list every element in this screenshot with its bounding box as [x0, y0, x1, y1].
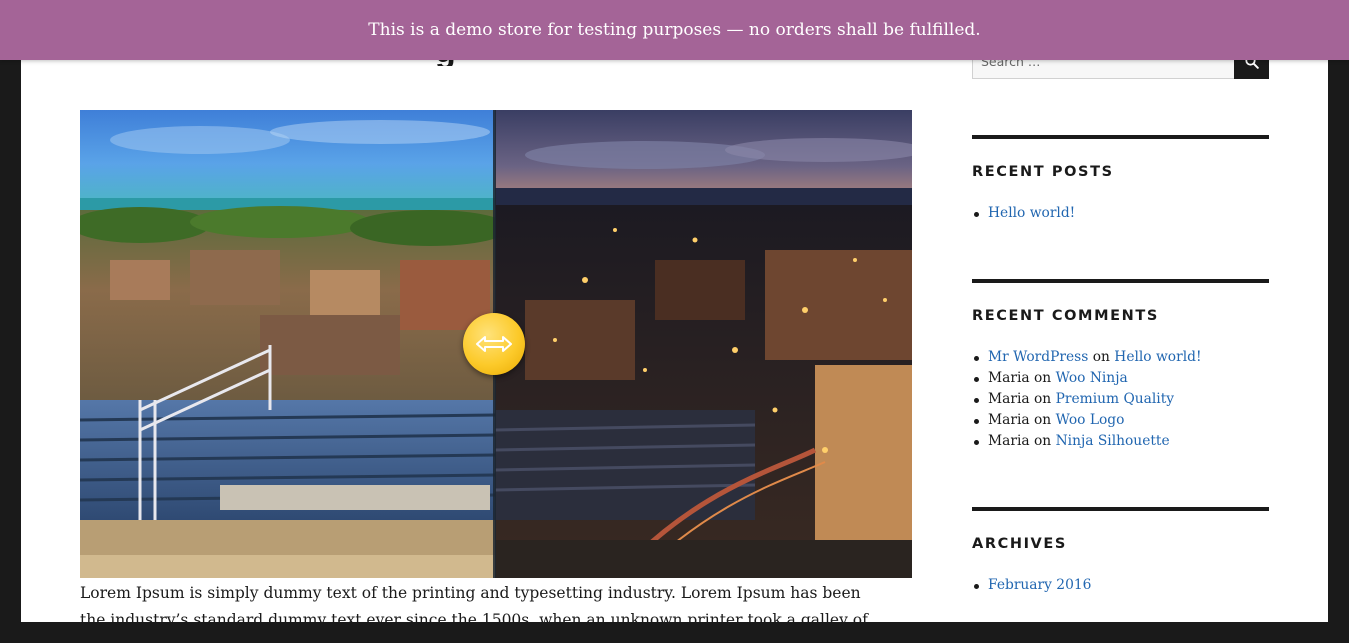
comment-on-text: on [1092, 349, 1110, 365]
before-image [80, 110, 495, 578]
recent-post-link[interactable]: Hello world! [988, 205, 1075, 221]
image-comparison[interactable] [80, 110, 912, 578]
recent-comments-list: Mr WordPress on Hello world! Maria on Wo… [972, 347, 1269, 452]
recent-comments-heading: RECENT COMMENTS [972, 308, 1159, 324]
post-body-line: Lorem Ipsum is simply dummy text of the … [80, 584, 861, 602]
demo-store-notice: This is a demo store for testing purpose… [0, 0, 1349, 60]
recent-posts-heading: RECENT POSTS [972, 164, 1114, 180]
comment-author: Maria [988, 433, 1030, 449]
list-item: February 2016 [972, 575, 1269, 596]
comment-on-text: on [1033, 391, 1052, 407]
comment-author: Maria [988, 391, 1030, 407]
list-item: Maria on Woo Ninja [972, 368, 1269, 389]
comment-on-text: on [1033, 370, 1052, 386]
post-body-line: the industry’s standard dummy text ever … [80, 611, 868, 622]
list-item: Maria on Ninja Silhouette [972, 431, 1269, 452]
comment-author: Maria [988, 412, 1030, 428]
comment-post-link[interactable]: Woo Logo [1056, 412, 1125, 428]
comment-on-text: on [1033, 412, 1052, 428]
comment-post-link[interactable]: Ninja Silhouette [1056, 433, 1170, 449]
list-item: Hello world! [972, 203, 1269, 224]
post-body: Lorem Ipsum is simply dummy text of the … [80, 580, 912, 622]
comment-post-link[interactable]: Premium Quality [1056, 391, 1174, 407]
list-item: Maria on Woo Logo [972, 410, 1269, 431]
comment-author: Maria [988, 370, 1030, 386]
list-item: Maria on Premium Quality [972, 389, 1269, 410]
archives-widget: ARCHIVES February 2016 [972, 507, 1269, 596]
recent-posts-list: Hello world! [972, 203, 1269, 224]
comparison-handle[interactable] [463, 313, 525, 375]
archives-heading: ARCHIVES [972, 536, 1067, 552]
comment-post-link[interactable]: Hello world! [1114, 349, 1201, 365]
recent-posts-widget: RECENT POSTS Hello world! [972, 135, 1269, 224]
after-image [495, 110, 912, 578]
left-right-arrow-icon [476, 336, 512, 352]
comment-on-text: on [1033, 433, 1052, 449]
list-item: Mr WordPress on Hello world! [972, 347, 1269, 368]
comment-post-link[interactable]: Woo Ninja [1056, 370, 1128, 386]
archive-link[interactable]: February 2016 [988, 577, 1091, 593]
recent-comments-widget: RECENT COMMENTS Mr WordPress on Hello wo… [972, 279, 1269, 452]
comment-author-link[interactable]: Mr WordPress [988, 349, 1088, 365]
page-content: g [21, 0, 1328, 622]
archives-list: February 2016 [972, 575, 1269, 596]
